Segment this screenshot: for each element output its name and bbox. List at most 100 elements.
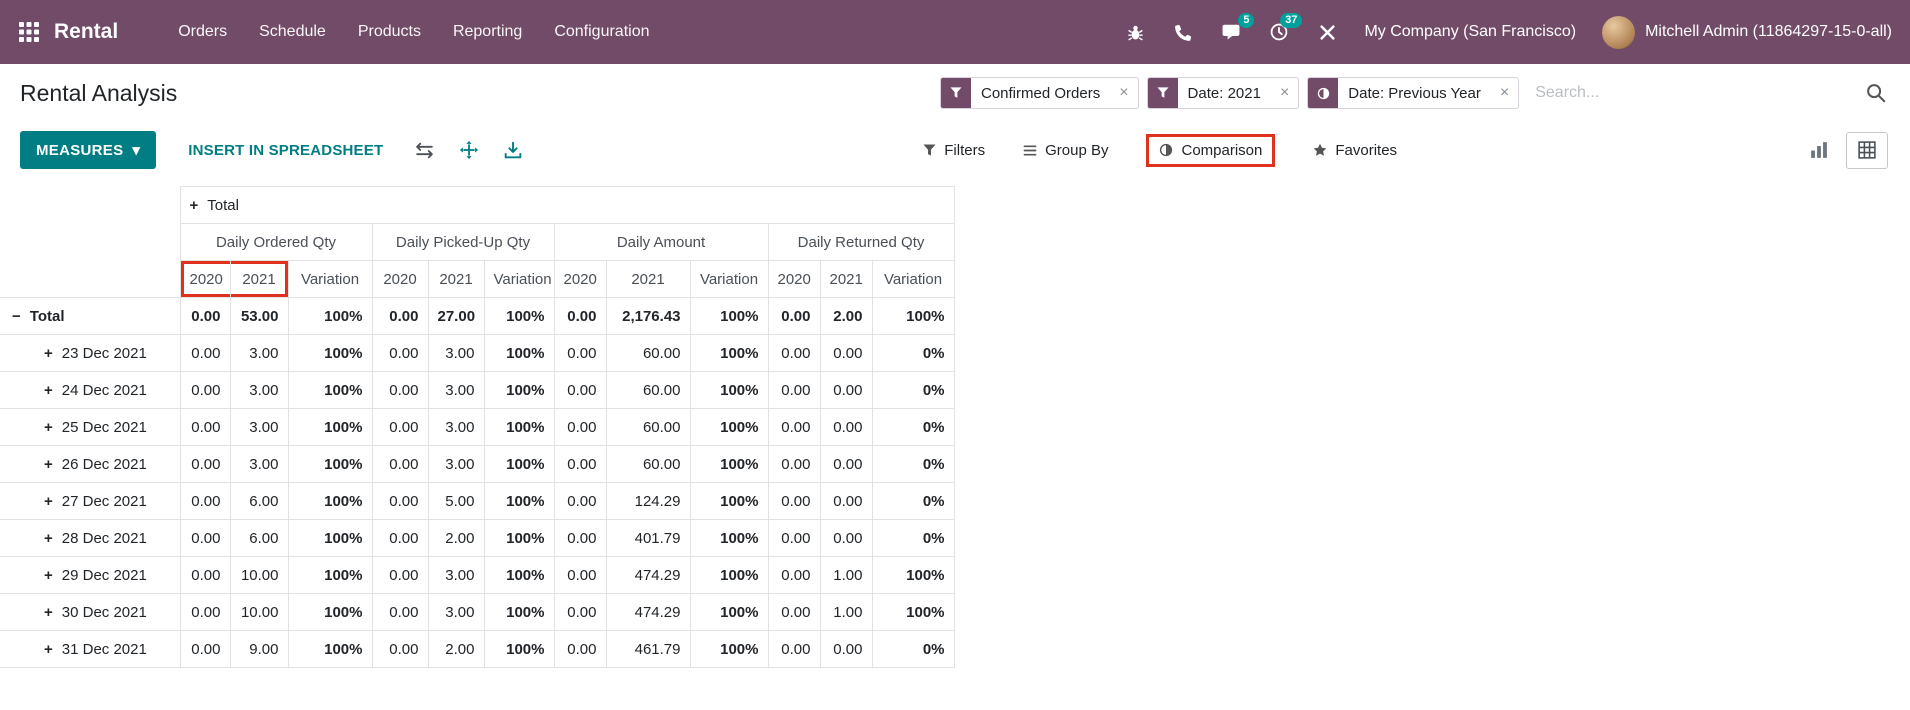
- pivot-value-cell: 100%: [690, 446, 768, 483]
- pivot-row-label[interactable]: +29 Dec 2021: [0, 557, 180, 594]
- pivot-head: +TotalDaily Ordered QtyDaily Picked-Up Q…: [0, 187, 954, 298]
- pivot-row-label[interactable]: −Total: [0, 298, 180, 335]
- pivot-value-cell: 0.00: [820, 483, 872, 520]
- subheader-2021[interactable]: 2021: [428, 261, 484, 298]
- tools-icon[interactable]: [1316, 21, 1338, 43]
- subheader-variation[interactable]: Variation: [484, 261, 554, 298]
- facet-remove-icon[interactable]: ×: [1491, 78, 1518, 108]
- pivot-value-cell: 2,176.43: [606, 298, 690, 335]
- pivot-row-label[interactable]: +24 Dec 2021: [0, 372, 180, 409]
- subheader-2021[interactable]: 2021: [230, 261, 288, 298]
- expand-all-icon[interactable]: [460, 141, 478, 159]
- pivot-row-label[interactable]: +30 Dec 2021: [0, 594, 180, 631]
- facet-remove-icon[interactable]: ×: [1110, 78, 1137, 108]
- pivot-value-cell: 100%: [288, 557, 372, 594]
- pivot-table: +TotalDaily Ordered QtyDaily Picked-Up Q…: [0, 186, 955, 668]
- subheader-2021[interactable]: 2021: [820, 261, 872, 298]
- control-panel: Rental Analysis Confirmed Orders×Date: 2…: [0, 64, 1910, 122]
- subheader-2020[interactable]: 2020: [180, 261, 230, 298]
- group-by-button[interactable]: Group By: [1023, 136, 1108, 165]
- menu-item-schedule[interactable]: Schedule: [243, 13, 342, 51]
- row-label-text: 26 Dec 2021: [62, 456, 147, 473]
- flip-axis-icon[interactable]: [415, 142, 434, 159]
- view-switcher: [1798, 132, 1888, 169]
- pivot-row-label[interactable]: +23 Dec 2021: [0, 335, 180, 372]
- expand-icon[interactable]: +: [44, 345, 53, 362]
- facet-remove-icon[interactable]: ×: [1271, 78, 1298, 108]
- measure-header[interactable]: Daily Amount: [554, 224, 768, 261]
- download-icon[interactable]: [504, 141, 522, 159]
- measure-header[interactable]: Daily Returned Qty: [768, 224, 954, 261]
- comparison-button[interactable]: Comparison: [1146, 134, 1275, 167]
- search-input[interactable]: [1527, 84, 1862, 102]
- expand-icon[interactable]: +: [44, 456, 53, 473]
- user-menu[interactable]: Mitchell Admin (11864297-15-0-all): [1602, 16, 1892, 49]
- pivot-value-cell: 3.00: [428, 372, 484, 409]
- expand-icon[interactable]: +: [44, 382, 53, 399]
- menu-item-reporting[interactable]: Reporting: [437, 13, 538, 51]
- expand-icon[interactable]: +: [44, 493, 53, 510]
- expand-icon[interactable]: +: [190, 197, 199, 214]
- bug-icon[interactable]: [1124, 21, 1146, 43]
- menu-item-products[interactable]: Products: [342, 13, 437, 51]
- app-brand[interactable]: Rental: [54, 20, 118, 44]
- insert-in-spreadsheet-button[interactable]: INSERT IN SPREADSHEET: [188, 142, 383, 159]
- pivot-value-cell: 60.00: [606, 335, 690, 372]
- pivot-row-label[interactable]: +25 Dec 2021: [0, 409, 180, 446]
- measure-header[interactable]: Daily Ordered Qty: [180, 224, 372, 261]
- apps-grid-icon[interactable]: [18, 21, 40, 43]
- pivot-value-cell: 100%: [288, 483, 372, 520]
- pivot-row-label[interactable]: +26 Dec 2021: [0, 446, 180, 483]
- pivot-row-label[interactable]: +28 Dec 2021: [0, 520, 180, 557]
- pivot-value-cell: 0%: [872, 483, 954, 520]
- phone-icon[interactable]: [1172, 21, 1194, 43]
- pivot-value-cell: 100%: [484, 631, 554, 668]
- row-label-text: 30 Dec 2021: [62, 604, 147, 621]
- expand-icon[interactable]: +: [44, 567, 53, 584]
- subheader-variation[interactable]: Variation: [288, 261, 372, 298]
- subheader-variation[interactable]: Variation: [872, 261, 954, 298]
- pivot-value-cell: 0%: [872, 372, 954, 409]
- row-label-text: 28 Dec 2021: [62, 530, 147, 547]
- subheader-2021[interactable]: 2021: [606, 261, 690, 298]
- pivot-value-cell: 100%: [690, 631, 768, 668]
- expand-icon[interactable]: +: [44, 419, 53, 436]
- chat-icon[interactable]: 5: [1220, 21, 1242, 43]
- pivot-col-header-total[interactable]: +Total: [180, 187, 954, 224]
- subheader-2020[interactable]: 2020: [554, 261, 606, 298]
- favorites-button[interactable]: Favorites: [1313, 136, 1397, 165]
- pivot-value-cell: 60.00: [606, 372, 690, 409]
- pivot-row-label[interactable]: +27 Dec 2021: [0, 483, 180, 520]
- menu-item-orders[interactable]: Orders: [162, 13, 243, 51]
- pivot-value-cell: 100%: [484, 298, 554, 335]
- pivot-view-button[interactable]: [1846, 132, 1888, 169]
- filters-button[interactable]: Filters: [923, 136, 985, 165]
- favorites-label: Favorites: [1335, 142, 1397, 159]
- subheader-2020[interactable]: 2020: [768, 261, 820, 298]
- search-icon[interactable]: [1862, 79, 1890, 107]
- company-switcher[interactable]: My Company (San Francisco): [1364, 23, 1576, 41]
- pivot-value-cell: 60.00: [606, 409, 690, 446]
- pivot-value-cell: 0.00: [180, 298, 230, 335]
- subheader-variation[interactable]: Variation: [690, 261, 768, 298]
- pivot-value-cell: 6.00: [230, 483, 288, 520]
- subheader-2020[interactable]: 2020: [372, 261, 428, 298]
- row-label-text: Total: [30, 308, 65, 325]
- measures-button[interactable]: MEASURES ▾: [20, 131, 156, 169]
- pivot-value-cell: 0.00: [180, 372, 230, 409]
- table-row: +23 Dec 20210.003.00100%0.003.00100%0.00…: [0, 335, 954, 372]
- pivot-value-cell: 0.00: [768, 372, 820, 409]
- graph-view-button[interactable]: [1798, 132, 1840, 169]
- collapse-icon[interactable]: −: [12, 308, 21, 325]
- expand-icon[interactable]: +: [44, 530, 53, 547]
- pivot-value-cell: 100%: [288, 409, 372, 446]
- expand-icon[interactable]: +: [44, 641, 53, 658]
- pivot-value-cell: 0.00: [768, 557, 820, 594]
- menu-item-configuration[interactable]: Configuration: [538, 13, 665, 51]
- pivot-row-label[interactable]: +31 Dec 2021: [0, 631, 180, 668]
- pivot-value-cell: 0.00: [554, 483, 606, 520]
- expand-icon[interactable]: +: [44, 604, 53, 621]
- measure-header[interactable]: Daily Picked-Up Qty: [372, 224, 554, 261]
- pivot-corner: [0, 187, 180, 224]
- activity-clock-icon[interactable]: 37: [1268, 21, 1290, 43]
